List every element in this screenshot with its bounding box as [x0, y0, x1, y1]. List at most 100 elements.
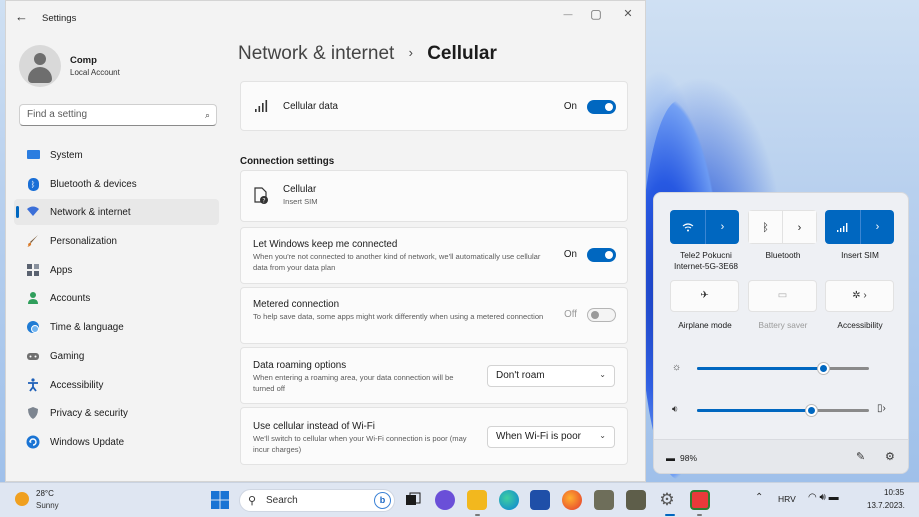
clock-date[interactable]: 13.7.2023.: [867, 501, 905, 510]
audio-output-icon[interactable]: ▯›: [877, 403, 886, 414]
signal-bars-icon: [255, 99, 269, 117]
sidebar-item-time-language[interactable]: Time & language: [14, 314, 219, 340]
start-windows-icon[interactable]: [211, 491, 229, 514]
sidebar-item-system[interactable]: System: [14, 142, 219, 168]
bing-icon[interactable]: b: [374, 492, 391, 509]
volume-fill: [697, 409, 811, 412]
gear-icon[interactable]: ⚙: [885, 450, 895, 463]
battery-saver-label: Battery saver: [758, 320, 808, 330]
taskbar-search[interactable]: ⚲ Search b: [239, 489, 395, 512]
sidebar-item-network[interactable]: Network & internet: [14, 199, 219, 226]
wifi-tile-label: Tele2 Pokucni Internet-5G-3E68: [673, 250, 739, 271]
accessibility-icon: [26, 377, 40, 392]
sidebar-item-label: Apps: [50, 264, 73, 276]
active-app-indicator: [665, 514, 675, 516]
close-button[interactable]: ✕: [614, 5, 642, 23]
metered-toggle[interactable]: [587, 308, 616, 322]
speaker-icon[interactable]: 🔉︎: [672, 403, 678, 417]
weather-text[interactable]: Sunny: [36, 501, 59, 510]
search-input[interactable]: Find a setting ⌕: [19, 104, 217, 126]
system-tray-status-icons[interactable]: ◠ 🔊︎ ▬: [808, 492, 839, 503]
sidebar-item-label: Privacy & security: [50, 408, 128, 420]
sidebar-item-windows-update[interactable]: Windows Update: [14, 429, 219, 455]
minimize-button[interactable]: —: [554, 5, 582, 23]
sidebar-item-privacy[interactable]: Privacy & security: [14, 400, 219, 426]
sidebar-item-accounts[interactable]: Accounts: [14, 285, 219, 311]
wifi-icon[interactable]: [670, 210, 705, 244]
signal-bars-icon[interactable]: [825, 210, 860, 244]
teams-chat-icon[interactable]: [435, 490, 455, 510]
wifi-icon: [26, 205, 40, 219]
sidebar-item-label: Bluetooth & devices: [50, 178, 137, 190]
avatar: [19, 45, 61, 87]
weather-temp[interactable]: 28°C: [36, 489, 54, 498]
keep-connected-toggle[interactable]: [587, 248, 616, 262]
battery-percentage[interactable]: 98%: [680, 453, 697, 463]
app-y-icon[interactable]: [626, 490, 646, 510]
breadcrumb-separator: ›: [408, 45, 413, 60]
search-icon: ⚲: [248, 495, 257, 507]
cellular-data-toggle[interactable]: [587, 100, 616, 114]
brightness-slider[interactable]: [697, 363, 869, 374]
cellular-expand-chevron-icon[interactable]: ›: [860, 210, 894, 244]
sidebar-item-personalization[interactable]: Personalization: [14, 228, 219, 254]
chevron-down-icon: ⌄: [599, 431, 606, 440]
back-arrow-icon[interactable]: ←: [15, 10, 29, 24]
bluetooth-expand-chevron-icon[interactable]: ›: [782, 210, 817, 244]
sidebar-item-apps[interactable]: Apps: [14, 257, 219, 283]
cellular-instead-dropdown[interactable]: When Wi-Fi is poor ⌄: [487, 426, 615, 448]
sidebar-item-accessibility[interactable]: Accessibility: [14, 372, 219, 398]
roaming-card: Data roaming options When entering a roa…: [240, 347, 628, 404]
window-title: Settings: [42, 13, 77, 24]
metered-desc: To help save data, some apps might work …: [253, 312, 544, 321]
file-explorer-icon[interactable]: [467, 490, 487, 510]
brightness-thumb[interactable]: [817, 363, 829, 374]
sidebar-item-label: Network & internet: [50, 207, 131, 219]
clock-time[interactable]: 10:35: [884, 488, 904, 497]
settings-gear-icon[interactable]: ⚙: [657, 490, 677, 510]
battery-saver-icon: ▭: [777, 290, 788, 301]
bluetooth-icon[interactable]: ᛒ: [748, 210, 783, 244]
edit-pencil-icon[interactable]: ✎: [856, 450, 865, 463]
breadcrumb-parent[interactable]: Network & internet: [238, 43, 394, 64]
active-indicator: [16, 206, 19, 219]
app-monitor-icon[interactable]: [690, 490, 710, 510]
edge-browser-icon[interactable]: [499, 490, 519, 510]
firefox-icon[interactable]: [562, 490, 582, 510]
input-language[interactable]: HRV: [778, 494, 796, 504]
cellular-data-state: On: [563, 101, 577, 112]
task-view-icon[interactable]: [405, 492, 421, 508]
roaming-title: Data roaming options: [253, 360, 347, 371]
roaming-desc: When entering a roaming area, your data …: [253, 373, 454, 393]
update-icon: [26, 435, 40, 449]
svg-text:?: ?: [262, 198, 265, 205]
cellular-sim-card[interactable]: ? Cellular Insert SIM: [240, 170, 628, 222]
taskbar: 28°C Sunny ⚲ Search b ⚙ ⌃ HRV ◠ 🔊︎ ▬ 10:…: [0, 482, 919, 517]
sun-weather-icon[interactable]: [15, 492, 29, 506]
wifi-tile[interactable]: ›: [670, 210, 739, 244]
cellular-data-card: Cellular data On: [240, 81, 628, 131]
sidebar-item-gaming[interactable]: Gaming: [14, 343, 219, 369]
accessibility-tile[interactable]: ✲ ›: [825, 280, 894, 312]
running-indicator: [697, 514, 702, 516]
battery-saver-tile[interactable]: ▭: [748, 280, 817, 312]
search-icon: ⌕: [204, 110, 210, 120]
brush-icon: [26, 234, 40, 248]
app-w-icon[interactable]: [594, 490, 614, 510]
sidebar-item-bluetooth[interactable]: ᛒ Bluetooth & devices: [14, 171, 219, 197]
show-hidden-icons-chevron-icon[interactable]: ⌃: [755, 492, 763, 503]
avatar-head: [34, 53, 46, 65]
cellular-title: Cellular: [283, 184, 317, 195]
cellular-instead-card: Use cellular instead of Wi-Fi We'll swit…: [240, 407, 628, 465]
cellular-instead-selected: When Wi-Fi is poor: [496, 431, 582, 442]
store-icon[interactable]: [530, 490, 550, 510]
volume-slider[interactable]: [697, 405, 869, 416]
title-bar: ← Settings — ▢ ✕: [6, 1, 645, 35]
bluetooth-tile[interactable]: ᛒ ›: [748, 210, 817, 244]
wifi-expand-chevron-icon[interactable]: ›: [705, 210, 739, 244]
roaming-dropdown[interactable]: Don't roam ⌄: [487, 365, 615, 387]
maximize-button[interactable]: ▢: [582, 5, 610, 23]
cellular-tile[interactable]: ›: [825, 210, 894, 244]
airplane-mode-tile[interactable]: ✈: [670, 280, 739, 312]
volume-thumb[interactable]: [805, 405, 817, 416]
